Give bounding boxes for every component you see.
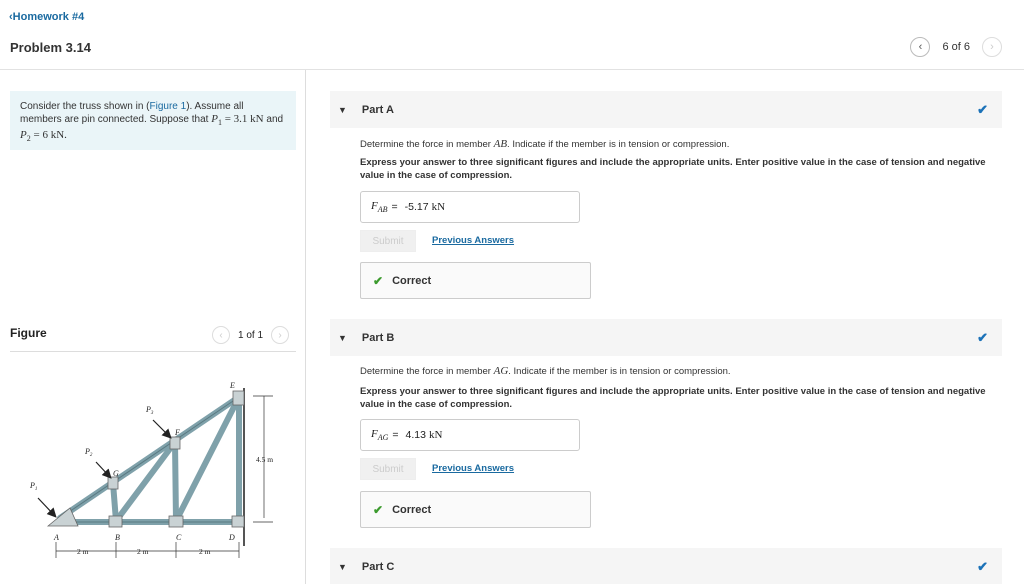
feedback-label: Correct [392, 274, 432, 287]
part-a-submit-button[interactable]: Submit [360, 230, 416, 252]
chevron-right-icon: › [278, 329, 282, 341]
gusset-f [169, 436, 181, 450]
parts-panel: ▼ Part A ✔ Determine the force in member… [330, 70, 1024, 584]
caret-down-icon: ▼ [338, 104, 347, 115]
checkmark-icon: ✔ [977, 330, 988, 345]
checkmark-icon: ✔ [373, 502, 384, 517]
label-g: G [113, 469, 119, 478]
figure-heading: Figure [10, 326, 47, 340]
label-a: A [53, 533, 59, 542]
part-a-instructions: Express your answer to three significant… [360, 157, 986, 181]
back-link-label: Homework #4 [12, 11, 85, 23]
answer-unit: kN [431, 201, 446, 213]
equals-sign: = [391, 201, 398, 213]
p1-symbol: P1 [211, 113, 222, 128]
checkmark-icon: ✔ [977, 559, 988, 574]
equals-sign: = [392, 429, 399, 441]
part-b-question: Determine the force in member AG. Indica… [360, 365, 731, 377]
label-p3: P3 [145, 405, 154, 416]
feedback-label: Correct [392, 503, 432, 516]
p1-value: = 3.1 kN [221, 113, 264, 125]
divider [10, 351, 296, 352]
figure-pager: ‹ 1 of 1 › [212, 326, 290, 344]
label-f: F [174, 428, 180, 437]
load-p1-arrow [37, 497, 57, 518]
answer-value: -5.17 [404, 201, 429, 213]
part-a-correct-feedback: ✔ Correct [360, 262, 591, 299]
part-a-previous-answers-link[interactable]: Previous Answers [432, 235, 514, 246]
caret-down-icon: ▼ [338, 561, 347, 572]
p2-value: = 6 kN. [30, 129, 67, 142]
truss-figure: P1 P2 P3 A B C D E F G 4.5 m 2 m 2 m 2 m [29, 381, 273, 558]
label-e: E [229, 381, 235, 390]
part-a-answer-field[interactable]: FAB = -5.17 kN [360, 191, 580, 223]
part-b-header[interactable]: ▼ Part B ✔ [330, 319, 1002, 356]
part-a-title: Part A [361, 103, 394, 116]
chevron-left-icon: ‹ [219, 329, 223, 341]
load-p2-arrow [95, 461, 112, 479]
next-figure-button[interactable]: › [271, 326, 290, 344]
checkmark-icon: ✔ [977, 102, 988, 117]
label-d: D [228, 533, 235, 542]
part-b-correct-feedback: ✔ Correct [360, 491, 591, 528]
gusset-d [231, 515, 245, 528]
left-panel: Consider the truss shown in (Figure 1). … [0, 70, 306, 584]
problem-text: and [263, 114, 284, 125]
label-p1: P1 [29, 481, 37, 492]
gusset-e [232, 390, 245, 406]
dim-span-3: 2 m [199, 547, 211, 556]
part-c-title: Part C [361, 560, 395, 573]
truss-members [57, 394, 242, 525]
problem-count: 6 of 6 [942, 41, 970, 53]
answer-value: 4.13 [405, 429, 426, 441]
next-problem-button[interactable]: › [982, 37, 1002, 57]
member-cf [172, 439, 179, 524]
load-p3-arrow [152, 419, 172, 439]
member-bf [113, 439, 178, 524]
dim-span-1: 2 m [77, 547, 89, 556]
label-b: B [115, 533, 120, 542]
previous-figure-button[interactable]: ‹ [212, 326, 230, 344]
top-bar: ‹Homework #4 Problem 3.14 ‹ 6 of 6 › [0, 0, 1024, 70]
problem-statement: Consider the truss shown in (Figure 1). … [10, 91, 296, 150]
gusset-c [168, 515, 184, 528]
caret-down-icon: ▼ [338, 332, 347, 343]
dim-span-2: 2 m [137, 547, 149, 556]
gusset-g [107, 476, 119, 490]
part-a-header[interactable]: ▼ Part A ✔ [330, 91, 1002, 128]
label-c: C [176, 533, 182, 542]
part-b-instructions: Express your answer to three significant… [360, 386, 986, 410]
problem-title: Problem 3.14 [10, 40, 91, 55]
back-to-homework-link[interactable]: ‹Homework #4 [9, 11, 84, 23]
previous-problem-button[interactable]: ‹ [910, 37, 931, 57]
part-c-header[interactable]: ▼ Part C ✔ [330, 548, 1002, 584]
gusset-b [108, 515, 123, 528]
figure-count: 1 of 1 [238, 329, 264, 341]
checkmark-icon: ✔ [373, 273, 384, 288]
answer-variable: FAB [371, 199, 388, 215]
part-b-submit-button[interactable]: Submit [360, 458, 416, 480]
problem-text: Consider the truss shown in ( [20, 101, 150, 112]
label-p2: P2 [84, 447, 93, 458]
figure-link[interactable]: Figure 1 [150, 101, 187, 112]
part-a-question: Determine the force in member AB. Indica… [360, 138, 730, 150]
part-b-previous-answers-link[interactable]: Previous Answers [432, 463, 514, 474]
answer-unit: kN [428, 429, 443, 441]
answer-variable: FAG [371, 427, 389, 443]
dim-height: 4.5 m [256, 455, 273, 464]
chevron-right-icon: › [990, 41, 994, 53]
p2-symbol: P2 [20, 129, 31, 144]
chevron-left-icon: ‹ [918, 41, 923, 53]
part-b-title: Part B [361, 331, 395, 344]
part-b-answer-field[interactable]: FAG = 4.13 kN [360, 419, 580, 451]
problem-pager: ‹ 6 of 6 › [910, 37, 1002, 57]
